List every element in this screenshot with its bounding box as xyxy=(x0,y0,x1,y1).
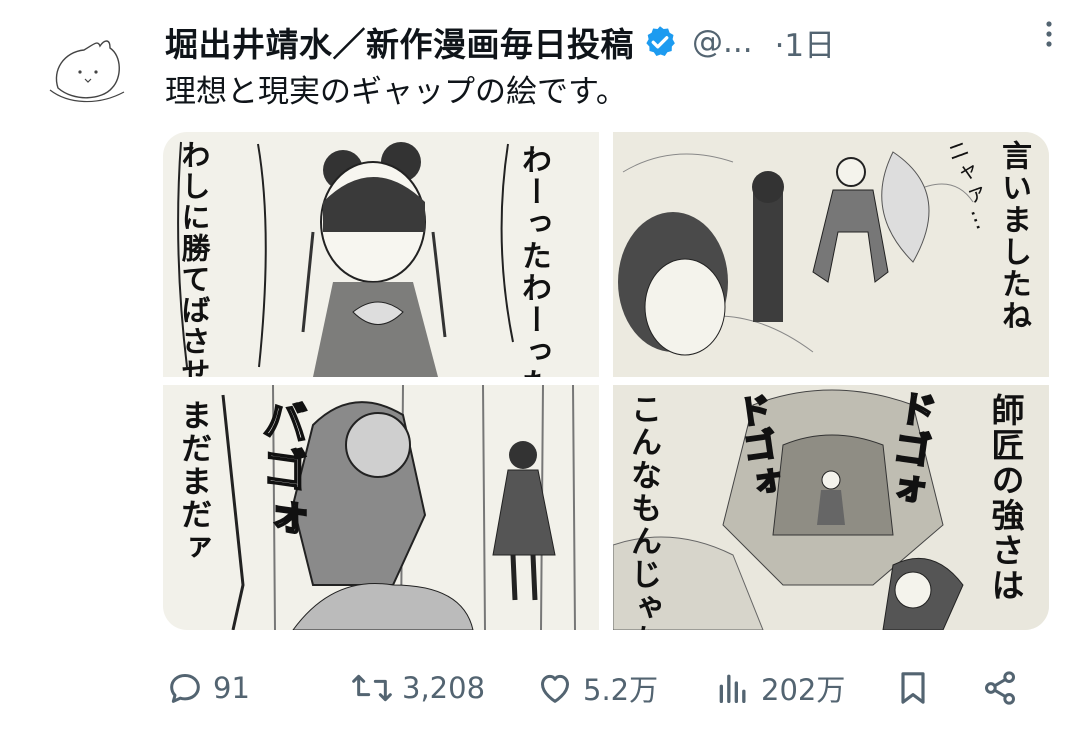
speech-text: わしに勝てばさせてやる xyxy=(177,140,211,377)
tweet-time[interactable]: ·1日 xyxy=(775,20,836,65)
retweet-count: 3,208 xyxy=(402,671,486,705)
manga-panel-top-left[interactable]: わーったわーった わしに勝てばさせてやる xyxy=(163,132,599,377)
like-icon xyxy=(541,674,569,703)
manga-art xyxy=(613,132,1049,377)
manga-panel-bottom-left[interactable]: まだまだァ バゴォ xyxy=(163,385,599,630)
more-icon[interactable] xyxy=(1042,16,1056,52)
views-button[interactable]: 202万 xyxy=(713,660,845,716)
like-button[interactable]: 5.2万 xyxy=(535,660,658,716)
media-grid[interactable]: わーったわーった わしに勝てばさせてやる 言いましたね ニャァ… まだまだァ バ… xyxy=(163,132,1049,630)
sound-effect-text: バゴォ xyxy=(254,392,310,546)
manga-panel-top-right[interactable]: 言いましたね ニャァ… xyxy=(613,132,1049,377)
speech-text: こんなもんじゃないッ xyxy=(625,393,661,630)
manga-art xyxy=(221,385,576,630)
speech-text: 言いましたね xyxy=(996,140,1031,332)
speech-text: まだまだァ xyxy=(175,399,211,564)
author-name[interactable]: 堀出井靖水／新作漫画毎日投稿 xyxy=(165,18,634,66)
avatar[interactable] xyxy=(38,30,134,126)
reply-button[interactable]: 91 xyxy=(165,660,250,716)
cat-sketch-icon xyxy=(49,40,125,103)
share-icon xyxy=(985,671,1015,705)
action-bar: 91 3,208 5.2万 202万 xyxy=(165,660,1035,716)
bookmark-icon xyxy=(901,672,925,704)
manga-panel-bottom-right[interactable]: 師匠の強さは こんなもんじゃないッ ドゴォ ドゴォ xyxy=(613,385,1049,630)
bookmark-button[interactable] xyxy=(893,660,941,716)
retweet-icon xyxy=(352,674,392,702)
speech-text: わーったわーった xyxy=(516,144,551,377)
speech-text: 師匠の強さは xyxy=(986,393,1025,603)
tweet-header: 堀出井靖水／新作漫画毎日投稿 @... ·1日 xyxy=(165,14,1045,70)
view-count: 202万 xyxy=(761,673,846,707)
retweet-button[interactable]: 3,208 xyxy=(350,660,485,716)
tweet-text: 理想と現実のギャップの絵です。 xyxy=(165,74,627,110)
reply-icon xyxy=(170,674,200,703)
like-count: 5.2万 xyxy=(583,673,659,707)
share-button[interactable] xyxy=(980,660,1028,716)
reply-count: 91 xyxy=(213,671,250,705)
verified-badge-icon xyxy=(646,26,675,56)
views-icon xyxy=(719,674,746,703)
author-handle[interactable]: @... xyxy=(692,24,753,60)
